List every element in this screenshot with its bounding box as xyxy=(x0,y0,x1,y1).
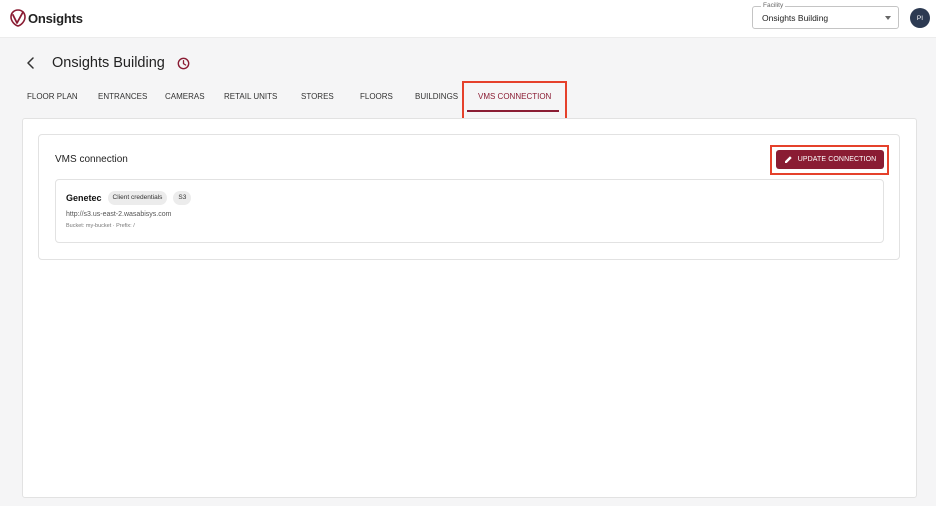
user-avatar[interactable]: PI xyxy=(910,8,930,28)
logo-text: Onsights xyxy=(28,10,83,26)
tab-buildings[interactable]: BUILDINGS xyxy=(415,83,458,111)
caret-down-icon xyxy=(885,16,891,20)
tab-floors[interactable]: FLOORS xyxy=(360,83,393,111)
app-logo[interactable]: Onsights xyxy=(10,9,83,27)
vms-name: Genetec xyxy=(66,193,102,203)
chip-auth-type: Client credentials xyxy=(107,191,168,205)
tab-entrances[interactable]: ENTRANCES xyxy=(98,83,147,111)
facility-value: Onsights Building xyxy=(762,13,829,23)
tab-stores[interactable]: STORES xyxy=(301,83,334,111)
facility-select[interactable]: Facility Onsights Building xyxy=(752,1,899,29)
page-title: Onsights Building xyxy=(52,55,165,71)
top-bar: Onsights Facility Onsights Building PI xyxy=(0,0,936,38)
button-highlight-box xyxy=(770,145,889,175)
vms-connection-header: Genetec Client credentials S3 xyxy=(66,191,197,205)
tab-highlight-box xyxy=(462,81,567,121)
onsights-logo-icon xyxy=(10,9,26,27)
page-header: Onsights Building xyxy=(22,52,191,74)
vms-connection-item[interactable] xyxy=(55,179,884,243)
tab-floor-plan[interactable]: FLOOR PLAN xyxy=(27,83,78,111)
history-button[interactable] xyxy=(177,56,191,70)
tab-retail-units[interactable]: RETAIL UNITS xyxy=(224,83,277,111)
tab-cameras[interactable]: CAMERAS xyxy=(165,83,205,111)
vms-bucket-info: Bucket: my-bucket · Prefix: / xyxy=(66,223,135,229)
vms-section-title: VMS connection xyxy=(55,154,128,165)
back-button[interactable] xyxy=(22,54,40,72)
chevron-left-icon xyxy=(27,57,34,69)
facility-label: Facility xyxy=(761,1,786,10)
chip-storage-type: S3 xyxy=(173,191,192,205)
vms-url: http://s3.us-east-2.wasabisys.com xyxy=(66,211,172,218)
clock-history-icon xyxy=(177,57,190,69)
